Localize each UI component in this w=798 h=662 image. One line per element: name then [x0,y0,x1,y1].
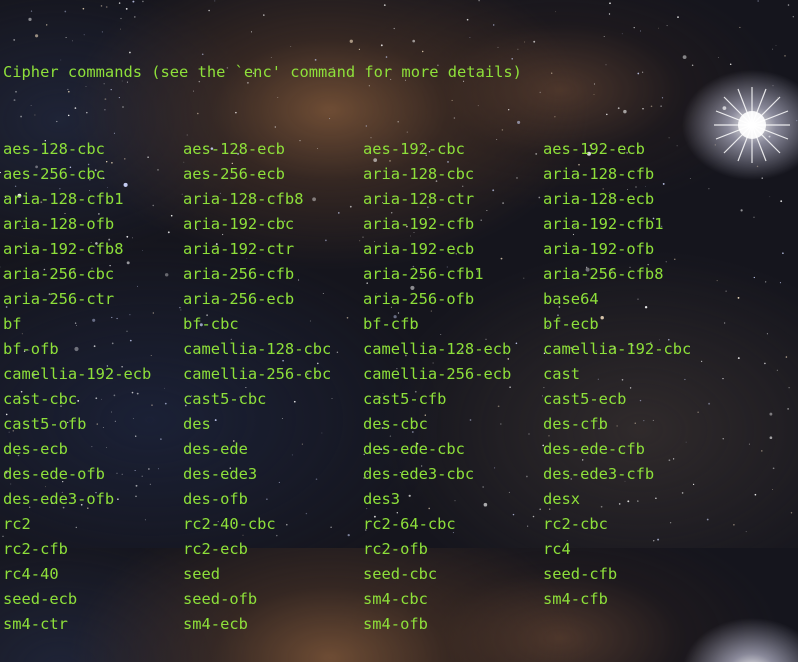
cipher-command-item: desx [543,487,723,512]
cipher-command-item: aria-128-ctr [363,187,543,212]
cipher-command-item: aria-256-ctr [3,287,183,312]
cipher-command-item: aria-256-cbc [3,262,183,287]
cipher-command-item: cast5-ofb [3,412,183,437]
cipher-command-item: seed-cfb [543,562,723,587]
cipher-command-item: bf-cbc [183,312,363,337]
cipher-command-item: aria-256-ofb [363,287,543,312]
star-dot [101,5,103,7]
cipher-command-item: aria-128-cfb1 [3,187,183,212]
cipher-command-item: aria-192-ctr [183,237,363,262]
cipher-command-item: rc2-40-cbc [183,512,363,537]
cipher-command-item: aes-128-cbc [3,137,183,162]
star-dot [83,8,85,10]
cipher-command-item: aria-192-ecb [363,237,543,262]
cipher-command-item: aria-128-cbc [363,162,543,187]
cipher-command-item: bf-cfb [363,312,543,337]
cipher-command-item: bf-ecb [543,312,723,337]
star-dot [758,0,759,1]
terminal-header-line: Cipher commands (see the `enc' command f… [3,52,793,87]
cipher-command-item: camellia-192-cbc [543,337,723,362]
star-dot [788,4,790,6]
cipher-command-item: seed-ofb [183,587,363,612]
cipher-command-item: aes-256-cbc [3,162,183,187]
cipher-command-item: rc2-64-cbc [363,512,543,537]
cipher-command-item: des-ede-ofb [3,462,183,487]
cipher-command-item: des-cfb [543,412,723,437]
star-dot [142,1,144,3]
cipher-command-item: camellia-128-ecb [363,337,543,362]
cipher-command-item: cast-cbc [3,387,183,412]
cipher-command-item: aria-192-cfb [363,212,543,237]
star-dot [126,8,128,10]
cipher-command-item: des-ede3-cbc [363,462,543,487]
cipher-command-item: des-ede3-ofb [3,487,183,512]
cipher-command-item: rc2-cbc [543,512,723,537]
cipher-command-item: sm4-ctr [3,612,183,637]
cipher-command-item: des-ecb [3,437,183,462]
cipher-command-item: des-ede3-cfb [543,462,723,487]
cipher-command-item: rc2-cfb [3,537,183,562]
cipher-command-item: des [183,412,363,437]
cipher-command-item: aria-128-cfb [543,162,723,187]
cipher-command-item: seed-ecb [3,587,183,612]
cipher-command-item: cast5-ecb [543,387,723,412]
star-dot [478,0,480,1]
cipher-command-item: aria-256-ecb [183,287,363,312]
cipher-command-item: camellia-192-ecb [3,362,183,387]
cipher-command-item: des-ede [183,437,363,462]
cipher-command-item: des-ede-cbc [363,437,543,462]
terminal-output[interactable]: Cipher commands (see the `enc' command f… [3,12,793,662]
cipher-command-item: rc2 [3,512,183,537]
cipher-command-item: bf [3,312,183,337]
cipher-command-item: rc4-40 [3,562,183,587]
star-dot [214,0,215,1]
cipher-command-item: cast5-cfb [363,387,543,412]
star-dot [106,6,108,8]
cipher-command-item: des-ede-cfb [543,437,723,462]
cipher-command-item: seed [183,562,363,587]
cipher-command-item: aria-192-ofb [543,237,723,262]
star-dot [132,1,134,3]
cipher-command-item: aes-192-cbc [363,137,543,162]
cipher-command-item: camellia-256-ecb [363,362,543,387]
cipher-command-item: cast [543,362,723,387]
cipher-command-item: aria-192-cbc [183,212,363,237]
cipher-command-item: des-cbc [363,412,543,437]
cipher-command-item: sm4-cfb [543,587,723,612]
cipher-command-item: sm4-ecb [183,612,363,637]
cipher-command-item: aes-192-ecb [543,137,723,162]
cipher-command-item: cast5-cbc [183,387,363,412]
cipher-command-item: aria-128-ofb [3,212,183,237]
cipher-command-item: aes-256-ecb [183,162,363,187]
cipher-command-item: aria-256-cfb1 [363,262,543,287]
cipher-command-item: aria-256-cfb [183,262,363,287]
cipher-command-item: sm4-ofb [363,612,543,637]
cipher-command-item: camellia-128-cbc [183,337,363,362]
cipher-command-item: sm4-cbc [363,587,543,612]
cipher-command-item: aria-192-cfb8 [3,237,183,262]
cipher-command-list: aes-128-cbcaes-128-ecbaes-192-cbcaes-192… [3,137,793,637]
cipher-command-item: des-ofb [183,487,363,512]
cipher-command-item: des3 [363,487,543,512]
star-dot [796,120,797,121]
cipher-command-item: camellia-256-cbc [183,362,363,387]
cipher-command-item: base64 [543,287,723,312]
star-dot [119,2,120,3]
cipher-command-item: rc4 [543,537,723,562]
cipher-command-item: des-ede3 [183,462,363,487]
star-dot [0,172,1,173]
cipher-command-item: aria-128-ecb [543,187,723,212]
star-dot [384,4,386,6]
cipher-command-item: aria-192-cfb1 [543,212,723,237]
cipher-command-item: rc2-ofb [363,537,543,562]
cipher-command-item: seed-cbc [363,562,543,587]
star-dot [609,2,611,4]
cipher-command-item: aes-128-ecb [183,137,363,162]
cipher-command-item: aria-128-cfb8 [183,187,363,212]
cipher-command-item: bf-ofb [3,337,183,362]
cipher-command-item: rc2-ecb [183,537,363,562]
cipher-command-item: aria-256-cfb8 [543,262,723,287]
